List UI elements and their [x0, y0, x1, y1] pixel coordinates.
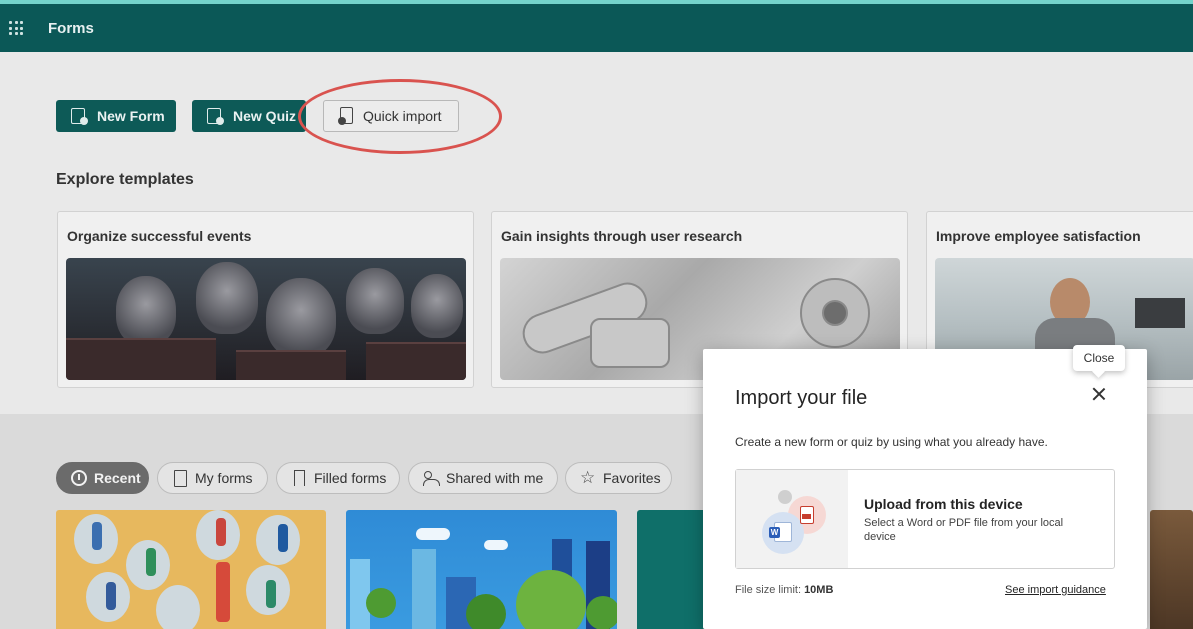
close-tooltip: Close	[1073, 345, 1125, 371]
filter-label: Favorites	[603, 470, 661, 486]
new-form-button[interactable]: New Form	[56, 100, 176, 132]
upload-option-description: Select a Word or PDF file from your loca…	[864, 517, 1064, 543]
filter-shared-with-me[interactable]: Shared with me	[408, 462, 558, 494]
new-quiz-icon	[206, 107, 224, 125]
people-icon	[423, 470, 440, 486]
new-quiz-label: New Quiz	[233, 108, 297, 124]
template-title: Improve employee satisfaction	[936, 228, 1141, 244]
recent-form-card[interactable]	[1150, 510, 1193, 629]
clock-icon	[71, 470, 87, 486]
upload-from-device-option[interactable]: W Upload from this device Select a Word …	[735, 469, 1115, 569]
template-image-audience	[66, 258, 466, 380]
templates-section-title: Explore templates	[56, 171, 194, 188]
recent-form-card[interactable]	[56, 510, 326, 629]
filter-label: Filled forms	[314, 470, 387, 486]
annotation-highlight-ring	[298, 79, 502, 154]
upload-illustration: W	[736, 470, 848, 568]
app-bar: Forms	[0, 4, 1193, 52]
template-card-events[interactable]: Organize successful events	[57, 211, 474, 388]
file-size-limit-label: File size limit:	[735, 584, 805, 596]
file-size-limit-value: 10MB	[804, 584, 834, 596]
document-icon	[172, 470, 188, 487]
import-guidance-link[interactable]: See import guidance	[1005, 584, 1106, 596]
filter-label: Recent	[94, 470, 141, 486]
filter-favorites[interactable]: ☆ Favorites	[565, 462, 672, 494]
dialog-title: Import your file	[735, 387, 868, 409]
word-badge: W	[769, 527, 780, 538]
template-title: Gain insights through user research	[501, 228, 743, 244]
app-launcher-icon[interactable]	[9, 21, 23, 35]
upload-option-title: Upload from this device	[864, 496, 1023, 512]
close-icon[interactable]	[1089, 384, 1109, 404]
filter-recent[interactable]: Recent	[56, 462, 149, 494]
filter-filled-forms[interactable]: Filled forms	[276, 462, 400, 494]
pdf-file-icon	[800, 506, 814, 524]
template-title: Organize successful events	[67, 228, 252, 244]
new-quiz-button[interactable]: New Quiz	[192, 100, 306, 132]
bookmark-icon	[291, 470, 307, 486]
recent-form-card[interactable]	[346, 510, 617, 629]
new-form-label: New Form	[97, 108, 165, 124]
file-size-limit: File size limit: 10MB	[735, 584, 833, 596]
new-form-icon	[70, 107, 88, 125]
filter-label: My forms	[195, 470, 253, 486]
filter-label: Shared with me	[446, 470, 544, 486]
dialog-description: Create a new form or quiz by using what …	[735, 435, 1048, 449]
star-icon: ☆	[580, 468, 596, 487]
app-title[interactable]: Forms	[48, 20, 94, 37]
import-file-dialog: Import your file Create a new form or qu…	[703, 349, 1147, 629]
filter-my-forms[interactable]: My forms	[157, 462, 268, 494]
